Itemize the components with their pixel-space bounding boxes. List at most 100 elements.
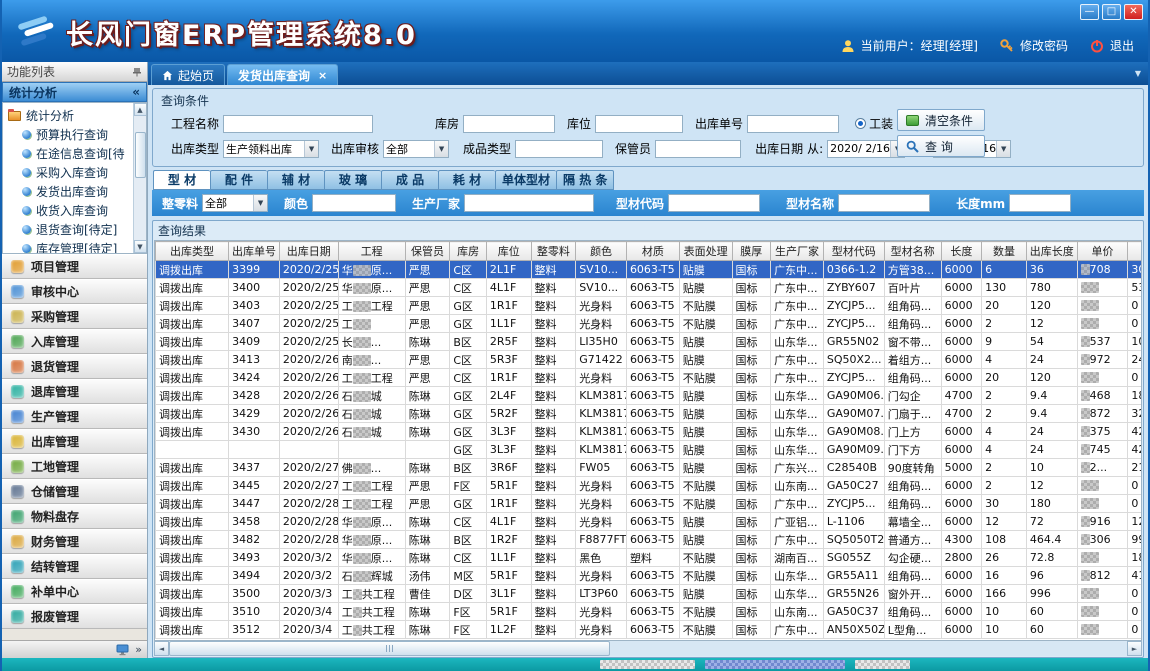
table-cell[interactable]: 6063-T5: [626, 477, 679, 495]
table-cell[interactable]: 3447: [229, 495, 280, 513]
table-cell[interactable]: 华原...: [338, 279, 405, 297]
table-cell[interactable]: 6: [982, 261, 1027, 279]
table-cell[interactable]: 9.4: [1026, 387, 1077, 405]
table-cell[interactable]: B区: [450, 333, 487, 351]
table-cell[interactable]: 2020/3/3: [279, 585, 338, 603]
table-cell[interactable]: 整料: [531, 621, 576, 639]
column-header[interactable]: 出库长度: [1026, 242, 1077, 261]
column-header[interactable]: 库房: [450, 242, 487, 261]
table-cell[interactable]: 整料: [531, 297, 576, 315]
table-cell[interactable]: 2: [982, 315, 1027, 333]
manufacturer-input[interactable]: [464, 194, 594, 212]
table-cell[interactable]: GR55N02: [823, 333, 884, 351]
table-cell[interactable]: G区: [450, 423, 487, 441]
table-cell[interactable]: 2020/3/2: [279, 567, 338, 585]
table-cell[interactable]: 216: [1128, 459, 1142, 477]
keeper-input[interactable]: [655, 140, 741, 158]
table-cell[interactable]: 537: [1077, 333, 1128, 351]
table-cell[interactable]: 2020/2/25: [279, 333, 338, 351]
table-cell[interactable]: 2020/2/27: [279, 477, 338, 495]
table-cell[interactable]: SV10...: [576, 279, 627, 297]
table-cell[interactable]: GA90M08...: [823, 423, 884, 441]
table-cell[interactable]: 陈琳: [405, 531, 450, 549]
table-row[interactable]: 调拨出库34942020/3/2石辉城汤伟M区5R1F整料光身料6063-T5不…: [156, 567, 1143, 585]
table-cell[interactable]: G区: [450, 297, 487, 315]
table-cell[interactable]: 1L1F: [486, 315, 531, 333]
table-cell[interactable]: D区: [450, 585, 487, 603]
column-header[interactable]: 型材名称: [884, 242, 941, 261]
tree-item[interactable]: 退货查询[待定]: [8, 220, 132, 239]
table-cell[interactable]: G71422: [576, 351, 627, 369]
table-cell[interactable]: 调拨出库: [156, 297, 229, 315]
table-cell[interactable]: 工工程: [338, 495, 405, 513]
table-cell[interactable]: [1077, 603, 1128, 621]
table-cell[interactable]: 严思: [405, 315, 450, 333]
table-cell[interactable]: 工共工程: [338, 603, 405, 621]
table-cell[interactable]: AN50X50Z2: [823, 621, 884, 639]
table-cell[interactable]: 4L1F: [486, 513, 531, 531]
table-cell[interactable]: C区: [450, 369, 487, 387]
sidebar-item-scrap[interactable]: 报废管理: [2, 604, 147, 629]
table-cell[interactable]: 3428: [229, 387, 280, 405]
table-cell[interactable]: 24: [1026, 441, 1077, 459]
table-cell[interactable]: 整料: [531, 477, 576, 495]
table-cell[interactable]: LI35H0: [576, 333, 627, 351]
table-cell[interactable]: 6063-T5: [626, 621, 679, 639]
sidebar-item-finance[interactable]: 财务管理: [2, 529, 147, 554]
sidebar-item-outbound[interactable]: 出库管理: [2, 429, 147, 454]
sidebar-item-inbound[interactable]: 入库管理: [2, 329, 147, 354]
table-cell[interactable]: 整料: [531, 405, 576, 423]
table-cell[interactable]: 国标: [732, 315, 771, 333]
table-cell[interactable]: 调拨出库: [156, 351, 229, 369]
table-cell[interactable]: 6063-T5: [626, 387, 679, 405]
table-cell[interactable]: 6063-T5: [626, 315, 679, 333]
table-cell[interactable]: 贴膜: [679, 513, 732, 531]
table-cell[interactable]: 不贴膜: [679, 603, 732, 621]
table-cell[interactable]: 组角码...: [884, 297, 941, 315]
table-cell[interactable]: 2020/2/27: [279, 459, 338, 477]
table-cell[interactable]: 国标: [732, 423, 771, 441]
table-cell[interactable]: 光身料: [576, 315, 627, 333]
table-row[interactable]: 调拨出库34472020/2/28工工程严思G区1R1F整料光身料6063-T5…: [156, 495, 1143, 513]
table-cell[interactable]: [1077, 549, 1128, 567]
table-cell[interactable]: 468: [1077, 387, 1128, 405]
table-cell[interactable]: M区: [450, 567, 487, 585]
table-cell[interactable]: 308: [1128, 261, 1142, 279]
table-cell[interactable]: 6063-T5: [626, 297, 679, 315]
table-cell[interactable]: 0: [1128, 477, 1142, 495]
table-cell[interactable]: 华原...: [338, 531, 405, 549]
table-cell[interactable]: 0: [1128, 585, 1142, 603]
table-cell[interactable]: 着组方...: [884, 351, 941, 369]
table-cell[interactable]: 2020/2/28: [279, 513, 338, 531]
project-name-input[interactable]: [223, 115, 373, 133]
date-from-picker[interactable]: 2020/ 2/16▼: [827, 140, 905, 158]
sidebar-item-project[interactable]: 项目管理: [2, 254, 147, 279]
table-cell[interactable]: 1L2F: [486, 621, 531, 639]
material-tab[interactable]: 成 品: [381, 170, 438, 190]
table-cell[interactable]: 国标: [732, 405, 771, 423]
table-cell[interactable]: 120: [1026, 297, 1077, 315]
table-cell[interactable]: 严思: [405, 369, 450, 387]
table-cell[interactable]: ZYCJP5...: [823, 495, 884, 513]
table-cell[interactable]: 6063-T5: [626, 261, 679, 279]
table-cell[interactable]: 6063-T5: [626, 603, 679, 621]
table-cell[interactable]: 2020/2/25: [279, 279, 338, 297]
table-cell[interactable]: 不贴膜: [679, 477, 732, 495]
table-cell[interactable]: 6000: [941, 315, 982, 333]
table-cell[interactable]: 872: [1077, 405, 1128, 423]
table-cell[interactable]: 996: [1026, 585, 1077, 603]
table-cell[interactable]: 国标: [732, 387, 771, 405]
table-cell[interactable]: 不贴膜: [679, 567, 732, 585]
table-cell[interactable]: 4: [982, 423, 1027, 441]
table-cell[interactable]: 不贴膜: [679, 315, 732, 333]
table-cell[interactable]: 山东南...: [771, 477, 824, 495]
table-cell[interactable]: 汤伟: [405, 567, 450, 585]
table-cell[interactable]: 186: [1128, 387, 1142, 405]
table-cell[interactable]: C区: [450, 513, 487, 531]
table-cell[interactable]: 166: [982, 585, 1027, 603]
table-cell[interactable]: LT3P60: [576, 585, 627, 603]
logout-link[interactable]: 退出: [1110, 37, 1134, 54]
table-cell[interactable]: 国标: [732, 549, 771, 567]
table-cell[interactable]: 塑料: [626, 549, 679, 567]
table-cell[interactable]: 423: [1128, 441, 1142, 459]
